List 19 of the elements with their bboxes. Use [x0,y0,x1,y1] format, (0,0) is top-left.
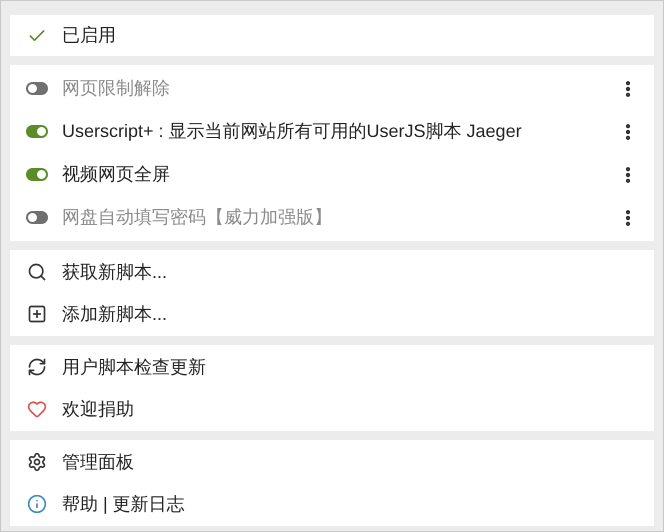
toggle-switch[interactable] [26,211,48,224]
menu-item[interactable]: 用户脚本检查更新 [62,354,206,380]
menu-item[interactable]: 帮助 | 更新日志 [62,490,185,518]
search-icon [27,262,47,282]
info-icon [27,494,47,514]
toggle-switch[interactable] [26,168,48,181]
status-label[interactable]: 已启用 [62,22,116,49]
toggle-switch[interactable] [26,82,48,95]
menu-item[interactable]: 获取新脚本... [62,258,168,286]
settings-icon [27,452,47,472]
script-name[interactable]: Userscript+ : 显示当前网站所有可用的UserJS脚本 Jaeger [62,118,604,145]
script-name[interactable]: 视频网页全屏 [62,161,604,188]
menu-item[interactable]: 欢迎捐助 [62,396,134,422]
menu-item[interactable]: 管理面板 [62,448,134,476]
heart-icon [27,399,47,419]
refresh-icon [27,357,47,377]
plus-square-icon [27,304,47,324]
menu-item[interactable]: 添加新脚本... [62,300,168,328]
toggle-switch[interactable] [26,125,48,138]
